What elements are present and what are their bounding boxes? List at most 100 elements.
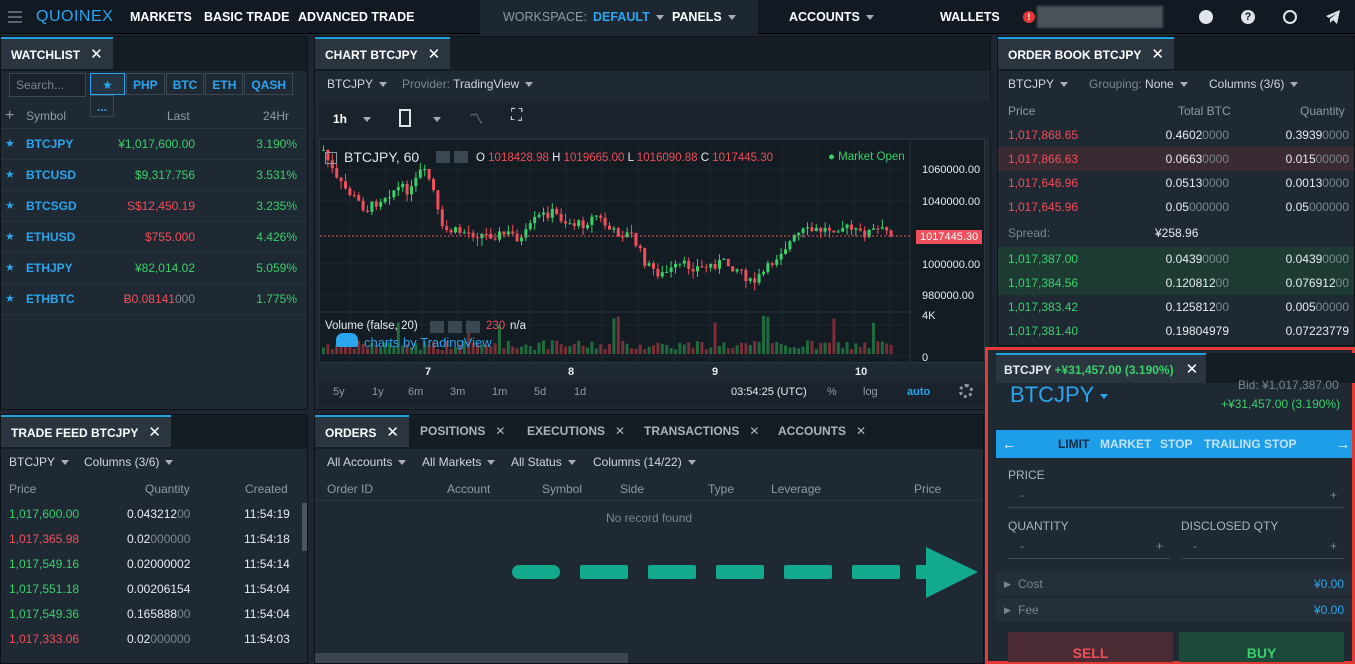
- watchlist-symbol[interactable]: BTCUSD: [26, 160, 76, 191]
- orderbook-bid-row[interactable]: 1,017,384.56 0.12081200 0.07691200: [998, 271, 1354, 295]
- close-icon[interactable]: ✕: [148, 424, 161, 441]
- caret-down-icon[interactable]: [363, 117, 371, 122]
- quantity-increment[interactable]: +: [1156, 539, 1163, 553]
- tradingview-watermark[interactable]: charts by TradingView: [364, 335, 492, 350]
- watchlist-symbol[interactable]: ETHJPY: [26, 253, 73, 284]
- hamburger-menu-icon[interactable]: [8, 11, 22, 23]
- orderbook-ask-row[interactable]: 1,017,866.63 0.06630000 0.01500000: [998, 147, 1354, 171]
- disclosed-decrement[interactable]: -: [1193, 539, 1197, 553]
- range-1d[interactable]: 1d: [574, 381, 586, 403]
- log-toggle[interactable]: log: [863, 381, 878, 403]
- header-quantity[interactable]: Quantity: [145, 477, 190, 501]
- palette-icon[interactable]: [1199, 10, 1213, 24]
- grouping-dropdown[interactable]: Grouping: None: [1089, 77, 1188, 91]
- header-total-btc[interactable]: Total BTC: [1178, 99, 1231, 123]
- watchlist-symbol[interactable]: BTCSGD: [26, 191, 77, 222]
- candlestick-type-icon[interactable]: [399, 109, 411, 127]
- favorite-star-icon[interactable]: ★: [5, 160, 15, 191]
- tab-tradefeed[interactable]: TRADE FEED BTCJPY ✕: [1, 415, 171, 447]
- nav-wallets[interactable]: WALLETS: [940, 0, 1000, 34]
- tab-positions[interactable]: POSITIONS ✕: [420, 424, 505, 438]
- user-email-blurred[interactable]: [1037, 6, 1163, 28]
- orderbook-ask-row[interactable]: 1,017,645.96 0.05000000 0.05000000: [998, 195, 1354, 219]
- range-6m[interactable]: 6m: [408, 381, 423, 403]
- watchlist-row[interactable]: ★ ETHJPY ¥82,014.02 5.059%: [1, 253, 307, 284]
- order-entry-pair-dropdown[interactable]: BTCJPY: [1010, 382, 1109, 408]
- watchlist-search-input[interactable]: Search...: [9, 73, 86, 97]
- orderbook-columns-dropdown[interactable]: Columns (3/6): [1209, 77, 1299, 91]
- alert-icon[interactable]: !: [1023, 11, 1035, 23]
- orderbook-pair-dropdown[interactable]: BTCJPY: [1008, 77, 1069, 91]
- close-icon[interactable]: ✕: [495, 424, 505, 438]
- favorite-star-icon[interactable]: ★: [5, 191, 15, 222]
- nav-advanced-trade[interactable]: ADVANCED TRADE: [298, 0, 414, 34]
- header-type[interactable]: Type: [708, 477, 734, 501]
- fee-row[interactable]: ▶ Fee ¥0.00: [996, 598, 1352, 622]
- header-last[interactable]: Last: [167, 103, 190, 129]
- watchlist-symbol[interactable]: ETHUSD: [26, 222, 75, 253]
- indicators-icon[interactable]: 〽: [469, 109, 483, 129]
- order-type-market[interactable]: MARKET: [1100, 430, 1151, 458]
- price-input[interactable]: - +: [1008, 486, 1344, 508]
- orderbook-ask-row[interactable]: 1,017,868.65 0.46020000 0.39390000: [998, 123, 1354, 147]
- header-quantity[interactable]: Quantity: [1300, 99, 1345, 123]
- tab-orderbook[interactable]: ORDER BOOK BTCJPY ✕: [998, 37, 1174, 69]
- orders-columns-dropdown[interactable]: Columns (14/22): [593, 455, 696, 469]
- header-price[interactable]: Price: [914, 477, 941, 501]
- watchlist-row[interactable]: ★ BTCJPY ¥1,017,600.00 3.190%: [1, 129, 307, 160]
- add-icon[interactable]: +: [5, 103, 14, 129]
- volume-close-icon[interactable]: [466, 321, 480, 333]
- range-5d[interactable]: 5d: [534, 381, 546, 403]
- volume-eye-icon[interactable]: [448, 321, 462, 333]
- close-icon[interactable]: ✕: [749, 424, 759, 438]
- caret-down-icon[interactable]: [433, 117, 441, 122]
- tab-executions[interactable]: EXECUTIONS ✕: [527, 424, 625, 438]
- range-3m[interactable]: 3m: [450, 381, 465, 403]
- disclosed-increment[interactable]: +: [1330, 539, 1337, 553]
- filter-favorites[interactable]: ★: [90, 73, 125, 95]
- tab-watchlist[interactable]: WATCHLIST ✕: [1, 37, 113, 69]
- collapse-legend-icon[interactable]: [325, 152, 337, 164]
- header-order-id[interactable]: Order ID: [327, 477, 373, 501]
- orderbook-bid-row[interactable]: 1,017,381.40 0.19804979 0.07223779: [998, 319, 1354, 343]
- header-created[interactable]: Created: [245, 477, 288, 501]
- tradefeed-pair-dropdown[interactable]: BTCJPY: [9, 455, 70, 469]
- price-increment[interactable]: +: [1330, 488, 1337, 502]
- nav-basic-trade[interactable]: BASIC TRADE: [204, 0, 289, 34]
- filter-btc[interactable]: BTC: [165, 73, 205, 95]
- accounts-dropdown[interactable]: ACCOUNTS: [789, 0, 874, 34]
- watchlist-symbol[interactable]: ETHBTC: [26, 284, 75, 315]
- header-24hr[interactable]: 24Hr: [263, 103, 289, 129]
- header-symbol[interactable]: Symbol: [26, 103, 66, 129]
- header-account[interactable]: Account: [447, 477, 490, 501]
- favorite-star-icon[interactable]: ★: [5, 284, 15, 315]
- provider-dropdown[interactable]: Provider: TradingView: [402, 77, 534, 91]
- tab-chart[interactable]: CHART BTCJPY ✕: [315, 37, 451, 69]
- favorite-star-icon[interactable]: ★: [5, 129, 15, 160]
- quantity-decrement[interactable]: -: [1020, 539, 1024, 553]
- orderbook-bid-row[interactable]: 1,017,387.00 0.04390000 0.04390000: [998, 247, 1354, 271]
- quantity-input[interactable]: - +: [1008, 537, 1170, 559]
- chart-pair-dropdown[interactable]: BTCJPY: [327, 77, 388, 91]
- filter-accounts-dropdown[interactable]: All Accounts: [327, 455, 407, 469]
- disclosed-qty-input[interactable]: - +: [1181, 537, 1344, 559]
- brand-logo[interactable]: QUOINEX: [36, 0, 113, 34]
- nav-markets[interactable]: MARKETS: [130, 0, 192, 34]
- tradefeed-columns-dropdown[interactable]: Columns (3/6): [84, 455, 174, 469]
- favorite-star-icon[interactable]: ★: [5, 253, 15, 284]
- workspace-dropdown[interactable]: DEFAULT: [593, 0, 664, 34]
- watchlist-row[interactable]: ★ ETHBTC Ƀ0.08141000 1.775%: [1, 284, 307, 315]
- gear-icon[interactable]: [959, 384, 973, 398]
- interval-selector[interactable]: 1h: [333, 112, 347, 126]
- header-price[interactable]: Price: [9, 477, 36, 501]
- range-5y[interactable]: 5y: [333, 381, 345, 403]
- filter-qash[interactable]: QASH: [244, 73, 294, 95]
- orderbook-bid-row[interactable]: 1,017,383.42 0.12581200 0.00500000: [998, 295, 1354, 319]
- telegram-icon[interactable]: [1325, 9, 1341, 28]
- favorite-star-icon[interactable]: ★: [5, 222, 15, 253]
- tab-transactions[interactable]: TRANSACTIONS ✕: [644, 424, 759, 438]
- price-chart-svg[interactable]: [320, 140, 986, 364]
- close-icon[interactable]: ✕: [615, 424, 625, 438]
- order-type-limit[interactable]: LIMIT: [1058, 430, 1089, 458]
- close-icon[interactable]: ✕: [386, 424, 399, 441]
